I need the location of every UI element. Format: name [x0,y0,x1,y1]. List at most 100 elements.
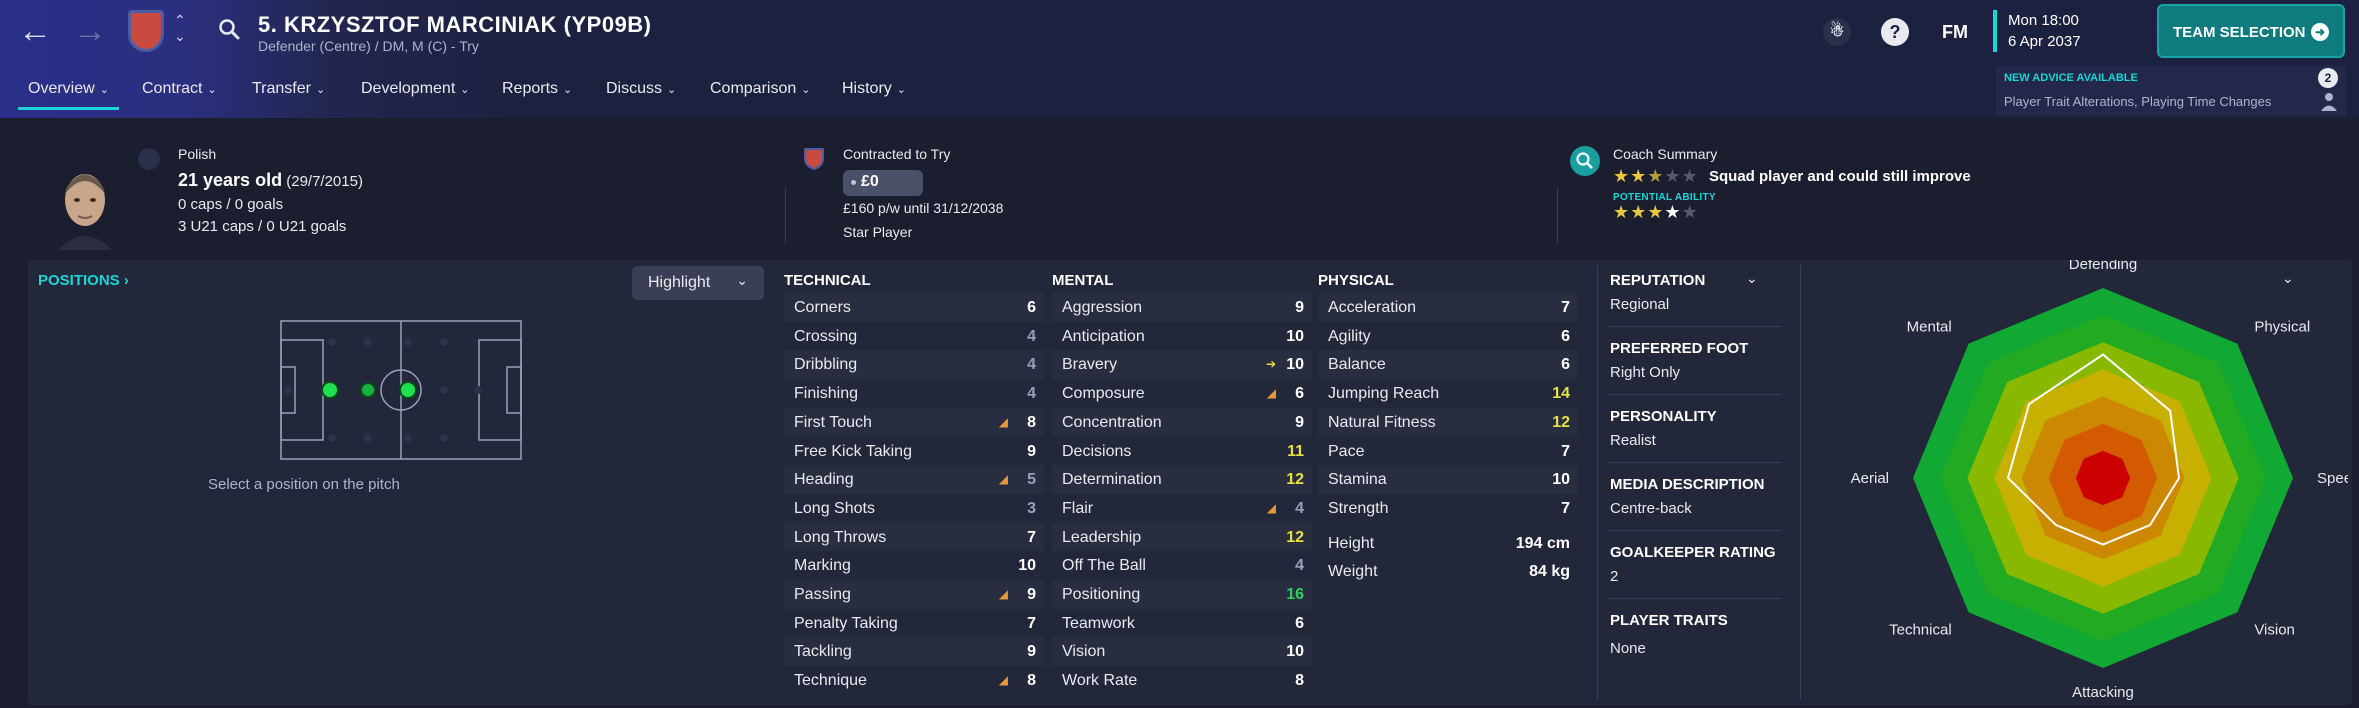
tab-discuss[interactable]: Discuss ⌄ [606,80,676,98]
attribute-row[interactable]: Long Shots 3 [784,494,1044,523]
attribute-row[interactable]: Strength 7 [1318,494,1578,523]
attribute-row[interactable]: Vision 10 [1052,637,1312,666]
club-badge-icon[interactable] [128,10,164,52]
attribute-value: 8 [1027,672,1036,690]
nationality[interactable]: Polish [178,146,216,162]
attribute-row[interactable]: Off The Ball 4 [1052,551,1312,580]
attribute-row[interactable]: Free Kick Taking 9 [784,437,1044,466]
current-time[interactable]: Mon 18:00 [2008,12,2079,29]
attribute-row[interactable]: Work Rate 8 [1052,666,1312,695]
forward-arrow-icon[interactable]: → [73,14,107,48]
attribute-row[interactable]: Technique 8 ◢ [784,666,1044,695]
trend-arrow-icon: ◢ [1266,500,1276,515]
tab-transfer[interactable]: Transfer ⌄ [252,80,325,98]
attribute-row[interactable]: Heading 5 ◢ [784,465,1044,494]
attribute-row[interactable]: Crossing 4 [784,322,1044,351]
attribute-row[interactable]: Composure 6 ◢ [1052,379,1312,408]
help-icon[interactable]: ? [1881,18,1909,46]
attribute-value: 7 [1561,442,1570,460]
height-value: 194 cm [1515,535,1570,552]
attribute-name: Flair [1062,499,1094,517]
attribute-row[interactable]: Tackling 9 [784,637,1044,666]
positions-link[interactable]: POSITIONS › [38,272,129,289]
attribute-row[interactable]: Finishing 4 [784,379,1044,408]
attribute-row[interactable]: Stamina 10 [1318,465,1578,494]
height-row: Height 194 cm [1318,529,1578,558]
radar-options-chevron-icon[interactable]: ⌄ [2282,270,2294,287]
attribute-name: Vision [1062,643,1106,661]
attribute-row[interactable]: Corners 6 [784,293,1044,322]
attribute-value: 14 [1552,385,1570,403]
coach-search-icon[interactable] [1570,146,1600,176]
attribute-row[interactable]: Marking 10 [784,551,1044,580]
attribute-row[interactable]: Penalty Taking 7 [784,609,1044,638]
attribute-name: Positioning [1062,586,1141,603]
attribute-row[interactable]: First Touch 8 ◢ [784,408,1044,437]
position-dot-dm [360,382,376,398]
tab-reports[interactable]: Reports ⌄ [502,80,572,98]
tab-history[interactable]: History ⌄ [842,80,906,98]
attribute-row[interactable]: Dribbling 4 [784,350,1044,379]
potential-ability-stars: ★★★★★ [1613,202,1699,222]
attribute-value: 9 [1027,586,1036,603]
attribute-value: 4 [1027,385,1036,403]
back-arrow-icon[interactable]: ← [18,14,52,48]
transfer-value-pill[interactable]: £0 [843,170,923,196]
attribute-row[interactable]: Long Throws 7 [784,523,1044,552]
chevron-down-icon: ⌄ [736,272,748,288]
highlight-dropdown[interactable]: Highlight ⌄ [632,266,764,300]
attribute-row[interactable]: Flair 4 ◢ [1052,494,1312,523]
separator [1608,462,1782,463]
tab-overview[interactable]: Overview ⌄ [28,80,109,98]
attribute-row[interactable]: Acceleration 7 [1318,293,1578,322]
attribute-row[interactable]: Natural Fitness 12 [1318,408,1578,437]
attribute-row[interactable]: Concentration 9 [1052,408,1312,437]
attribute-name: Strength [1328,499,1389,517]
weight-row: Weight 84 kg [1318,557,1578,586]
attribute-row[interactable]: Determination 12 [1052,465,1312,494]
attribute-name: Natural Fitness [1328,413,1436,431]
search-icon[interactable] [218,18,240,40]
attribute-value: 7 [1027,528,1036,546]
reputation-chevron-icon[interactable]: ⌄ [1746,270,1758,287]
attribute-row[interactable]: Positioning 16 [1052,580,1312,609]
attribute-row[interactable]: Leadership 12 [1052,523,1312,552]
attribute-name: Composure [1062,385,1145,403]
attribute-row[interactable]: Pace 7 [1318,437,1578,466]
tab-contract[interactable]: Contract ⌄ [142,80,217,98]
attribute-row[interactable]: Passing 9 ◢ [784,580,1044,609]
attribute-value: 6 [1561,356,1570,374]
social-feed-icon[interactable]: ☃ [1823,18,1851,46]
attribute-row[interactable]: Aggression 9 [1052,293,1312,322]
attribute-row[interactable]: Balance 6 [1318,350,1578,379]
attribute-value: 6 [1295,385,1304,403]
attribute-name: Aggression [1062,299,1143,316]
attribute-value: 8 [1027,413,1036,431]
goalkeeper-rating-value: 2 [1610,568,1619,585]
attribute-name: Corners [794,299,851,316]
team-selection-button[interactable]: TEAM SELECTION ➜ [2157,4,2345,58]
attribute-row[interactable]: Decisions 11 [1052,437,1312,466]
attribute-value: 12 [1286,528,1304,546]
attribute-name: Work Rate [1062,672,1138,690]
contract-status[interactable]: Contracted to Try [843,146,950,162]
attribute-row[interactable]: Anticipation 10 [1052,322,1312,351]
radar-axis-label: Physical [2254,319,2310,336]
attribute-value: 6 [1561,327,1570,345]
attribute-value: 10 [1286,327,1304,345]
attribute-row[interactable]: Agility 6 [1318,322,1578,351]
attribute-row[interactable]: Jumping Reach 14 [1318,379,1578,408]
advice-panel[interactable]: NEW ADVICE AVAILABLE Player Trait Altera… [1996,66,2346,116]
attribute-name: Marking [794,557,851,575]
tab-development[interactable]: Development ⌄ [361,80,470,98]
tab-comparison[interactable]: Comparison ⌄ [710,80,810,98]
attribute-name: Heading [794,471,854,489]
current-date[interactable]: 6 Apr 2037 [2008,33,2081,50]
attribute-value: 9 [1295,413,1304,431]
club-crest-icon [804,148,824,170]
attribute-row[interactable]: Bravery 10 ➔ [1052,350,1312,379]
fm-logo[interactable]: FM [1942,22,1968,43]
attribute-row[interactable]: Teamwork 6 [1052,609,1312,638]
player-switch-icon[interactable]: ⌃ ⌄ [174,12,186,44]
position-pitch[interactable] [280,320,522,460]
